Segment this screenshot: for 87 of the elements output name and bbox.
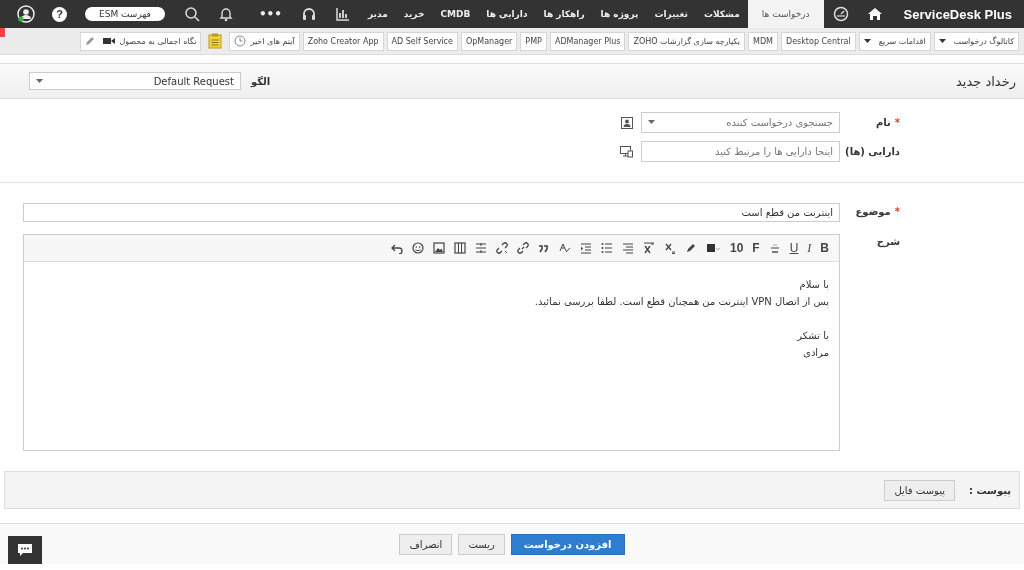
- chat-button[interactable]: [8, 536, 42, 564]
- undo-icon[interactable]: [390, 242, 403, 254]
- notification-badge: [0, 28, 5, 37]
- help-button[interactable]: ?: [52, 6, 67, 22]
- toolbar-link[interactable]: Desktop Central: [781, 31, 856, 51]
- image-icon[interactable]: [432, 242, 445, 254]
- underline-button[interactable]: U: [789, 241, 799, 255]
- action-button[interactable]: انصراف: [399, 534, 453, 555]
- font-size-button[interactable]: 10: [729, 241, 744, 255]
- font-button[interactable]: F: [752, 241, 760, 255]
- bell-icon[interactable]: [217, 6, 234, 22]
- toolbar-link[interactable]: AD Self Service: [386, 31, 458, 51]
- field-label: دارایی (ها): [845, 146, 900, 157]
- logo[interactable]: ServiceDesk Plus: [903, 6, 1012, 22]
- nav-tab[interactable]: تغییرات: [646, 0, 696, 28]
- toolbar-link[interactable]: OpManager: [460, 31, 518, 51]
- dropdown-button[interactable]: اقدامات سریع: [858, 31, 931, 51]
- superscript-icon[interactable]: [642, 242, 655, 254]
- field-label: نام: [875, 117, 891, 128]
- headset-icon[interactable]: [300, 6, 317, 22]
- chart-icon[interactable]: [334, 6, 351, 22]
- description-text: مرادی: [803, 346, 829, 360]
- template-select[interactable]: Default Request: [29, 72, 241, 90]
- text-format-icon[interactable]: [558, 242, 571, 254]
- requester-field[interactable]: جستجوی درخواست کننده: [641, 112, 840, 133]
- toolbar-link[interactable]: یکپارچه سازی گزارشات ZOHO: [628, 31, 745, 51]
- nav-tab[interactable]: پروژه ها: [592, 0, 647, 28]
- link-icon[interactable]: [516, 242, 529, 254]
- toolbar-link[interactable]: PMP: [520, 31, 547, 51]
- contact-card-icon[interactable]: [621, 116, 633, 129]
- nav-tab[interactable]: دارایی ها: [478, 0, 536, 28]
- toolbar-link[interactable]: MDM: [748, 31, 778, 51]
- toolbar-link[interactable]: Zoho Creator App: [302, 31, 384, 51]
- required-mark: *: [894, 117, 900, 128]
- search-icon[interactable]: [183, 6, 200, 22]
- page-title: رخداد جدید: [956, 73, 1016, 89]
- nav-tab[interactable]: درخواست ها: [747, 0, 824, 28]
- caret-icon: [938, 39, 946, 43]
- caret-icon: [648, 120, 655, 124]
- nav-tab[interactable]: مشکلات: [695, 0, 748, 28]
- action-button[interactable]: ریست: [458, 534, 505, 555]
- italic-button[interactable]: I: [807, 240, 812, 256]
- home-icon[interactable]: [866, 6, 883, 22]
- chat-icon: [17, 543, 33, 557]
- video-icon: [103, 37, 116, 45]
- nav-tab[interactable]: مدیر: [359, 0, 396, 28]
- bold-button[interactable]: B: [820, 241, 829, 255]
- dashboard-icon[interactable]: [832, 6, 849, 22]
- caret-icon: [36, 79, 43, 83]
- description-text: پس از اتصال VPN اینترنت من همچنان قطع است. لطفا بررسی نمائید.: [534, 295, 829, 310]
- nav-tab[interactable]: خرید: [395, 0, 433, 28]
- clipboard-icon[interactable]: [208, 33, 223, 49]
- emoji-icon[interactable]: [411, 242, 424, 254]
- computer-icon[interactable]: [620, 145, 633, 158]
- field-label: الگو: [251, 75, 271, 87]
- description-text: با سلام: [799, 278, 829, 292]
- nav-tab[interactable]: راهکار ها: [535, 0, 593, 28]
- caret-icon: [863, 39, 871, 43]
- nav-tab[interactable]: CMDB: [432, 0, 479, 28]
- product-tour-button[interactable]: نگاه اجمالی به محصول: [80, 31, 202, 51]
- subscript-icon[interactable]: [663, 242, 676, 254]
- field-label: شرح: [876, 236, 900, 247]
- color-swatch-icon[interactable]: [705, 242, 721, 254]
- description-text: با تشکر: [797, 329, 829, 343]
- attachment-label: پیوست :: [969, 484, 1011, 496]
- pencil-icon: [85, 36, 96, 46]
- indent-icon[interactable]: [579, 242, 592, 254]
- recent-items-button[interactable]: آیتم های اخیر: [229, 31, 300, 51]
- bulleted-list-icon[interactable]: [600, 242, 613, 254]
- more-button[interactable]: •••: [258, 7, 282, 21]
- user-icon[interactable]: [17, 5, 35, 23]
- clock-icon: [234, 35, 247, 47]
- horizontal-rule-icon[interactable]: [474, 242, 487, 254]
- dropdown-button[interactable]: کاتالوگ درخواست: [933, 31, 1019, 51]
- table-icon[interactable]: [453, 242, 466, 254]
- marker-icon[interactable]: [684, 242, 697, 254]
- action-button[interactable]: افزودن درخواست: [510, 534, 625, 555]
- broken-link-icon[interactable]: [495, 242, 508, 254]
- esm-menu-button[interactable]: فهرست ESM: [85, 7, 165, 21]
- subject-field[interactable]: اینترنت من قطع است: [23, 203, 840, 222]
- required-mark: *: [894, 206, 900, 217]
- field-label: موضوع: [855, 206, 891, 217]
- strikethrough-icon[interactable]: [768, 242, 781, 254]
- toolbar-link[interactable]: ADManager Plus: [549, 31, 626, 51]
- attach-file-button[interactable]: پیوست فایل: [884, 479, 955, 501]
- quote-icon[interactable]: [537, 242, 550, 254]
- assets-field[interactable]: اینجا دارایی ها را مرتبط کنید: [641, 141, 840, 162]
